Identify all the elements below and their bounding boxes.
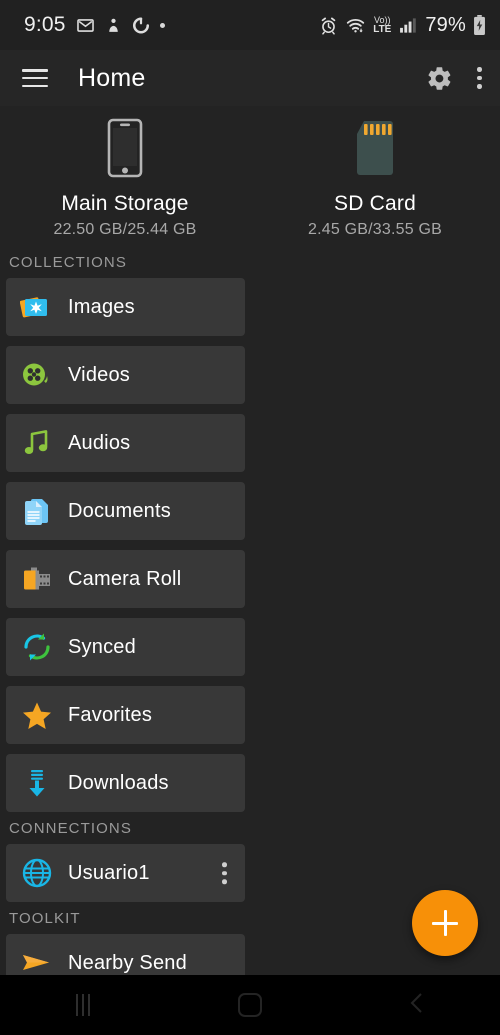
section-label-collections: COLLECTIONS bbox=[9, 254, 127, 271]
storage-row: Main Storage 22.50 GB/25.44 GB SD Card 2… bbox=[0, 106, 500, 246]
documents-icon bbox=[20, 494, 54, 528]
status-bar: 9:05 Vo)) LTE 79% bbox=[0, 0, 500, 50]
collections-grid: Images Videos Audios Documents Camera Ro… bbox=[0, 278, 500, 812]
tile-videos[interactable]: Videos bbox=[6, 346, 245, 404]
alarm-icon bbox=[319, 16, 338, 35]
volte-bottom-label: LTE bbox=[373, 23, 392, 35]
mail-icon bbox=[76, 16, 95, 35]
tile-label: Videos bbox=[68, 363, 130, 386]
wifi-icon bbox=[345, 16, 366, 35]
clock-ring-icon bbox=[132, 16, 150, 35]
app-screen: 9:05 Vo)) LTE 79% Home Main Storage 22.5… bbox=[0, 0, 500, 1035]
section-label-connections: CONNECTIONS bbox=[9, 820, 132, 837]
storage-card-sdcard[interactable]: SD Card 2.45 GB/33.55 GB bbox=[250, 106, 500, 246]
downloads-icon bbox=[20, 766, 54, 800]
tile-label: Favorites bbox=[68, 703, 153, 726]
dot-indicator bbox=[159, 22, 165, 28]
phone-icon bbox=[104, 118, 146, 183]
sd-card-icon bbox=[351, 118, 399, 183]
images-icon bbox=[20, 290, 54, 324]
person-icon bbox=[105, 16, 122, 35]
tile-label: Nearby Send bbox=[68, 951, 187, 974]
audios-icon bbox=[20, 426, 54, 460]
status-bar-left: 9:05 bbox=[24, 13, 319, 37]
synced-icon bbox=[20, 630, 54, 664]
tile-label: Camera Roll bbox=[68, 567, 182, 590]
tile-label: Documents bbox=[68, 499, 171, 522]
tile-label: Downloads bbox=[68, 771, 169, 794]
storage-name: SD Card bbox=[334, 191, 416, 215]
connection-item-usuario1[interactable]: Usuario1 bbox=[6, 844, 245, 902]
connections-grid: Usuario1 bbox=[0, 844, 500, 902]
tile-label: Audios bbox=[68, 431, 131, 454]
page-title: Home bbox=[78, 63, 146, 92]
add-button-fab[interactable] bbox=[412, 890, 478, 956]
battery-percent: 79% bbox=[425, 13, 466, 36]
storage-usage: 2.45 GB/33.55 GB bbox=[308, 220, 442, 238]
gear-icon[interactable] bbox=[426, 65, 453, 92]
storage-usage: 22.50 GB/25.44 GB bbox=[53, 220, 197, 238]
tile-favorites[interactable]: Favorites bbox=[6, 686, 245, 744]
app-bar: Home bbox=[0, 50, 500, 106]
globe-icon bbox=[20, 856, 54, 890]
system-nav-bar bbox=[0, 975, 500, 1035]
tile-label: Images bbox=[68, 295, 135, 318]
tile-label: Synced bbox=[68, 635, 136, 658]
back-button[interactable] bbox=[333, 991, 500, 1020]
recents-icon bbox=[76, 994, 91, 1016]
tile-synced[interactable]: Synced bbox=[6, 618, 245, 676]
tile-images[interactable]: Images bbox=[6, 278, 245, 336]
hamburger-menu-icon[interactable] bbox=[22, 69, 48, 87]
status-bar-right: Vo)) LTE 79% bbox=[319, 14, 486, 37]
connection-label: Usuario1 bbox=[68, 861, 150, 884]
home-icon bbox=[238, 993, 262, 1017]
tile-documents[interactable]: Documents bbox=[6, 482, 245, 540]
signal-icon bbox=[398, 16, 418, 35]
battery-charging-icon bbox=[473, 15, 486, 35]
back-icon bbox=[407, 991, 427, 1020]
connection-overflow-menu-icon[interactable] bbox=[222, 862, 227, 884]
home-button[interactable] bbox=[167, 993, 334, 1017]
storage-card-main[interactable]: Main Storage 22.50 GB/25.44 GB bbox=[0, 106, 250, 246]
storage-name: Main Storage bbox=[61, 191, 189, 215]
favorites-icon bbox=[20, 698, 54, 732]
videos-icon bbox=[20, 358, 54, 392]
volte-icon: Vo)) LTE bbox=[373, 15, 392, 35]
camera-roll-icon bbox=[20, 562, 54, 596]
overflow-menu-icon[interactable] bbox=[477, 67, 482, 89]
status-time: 9:05 bbox=[24, 13, 66, 36]
recents-button[interactable] bbox=[0, 994, 167, 1016]
tile-downloads[interactable]: Downloads bbox=[6, 754, 245, 812]
app-bar-actions bbox=[426, 65, 482, 92]
tile-camera-roll[interactable]: Camera Roll bbox=[6, 550, 245, 608]
tile-audios[interactable]: Audios bbox=[6, 414, 245, 472]
main-content: Main Storage 22.50 GB/25.44 GB SD Card 2… bbox=[0, 106, 500, 1035]
